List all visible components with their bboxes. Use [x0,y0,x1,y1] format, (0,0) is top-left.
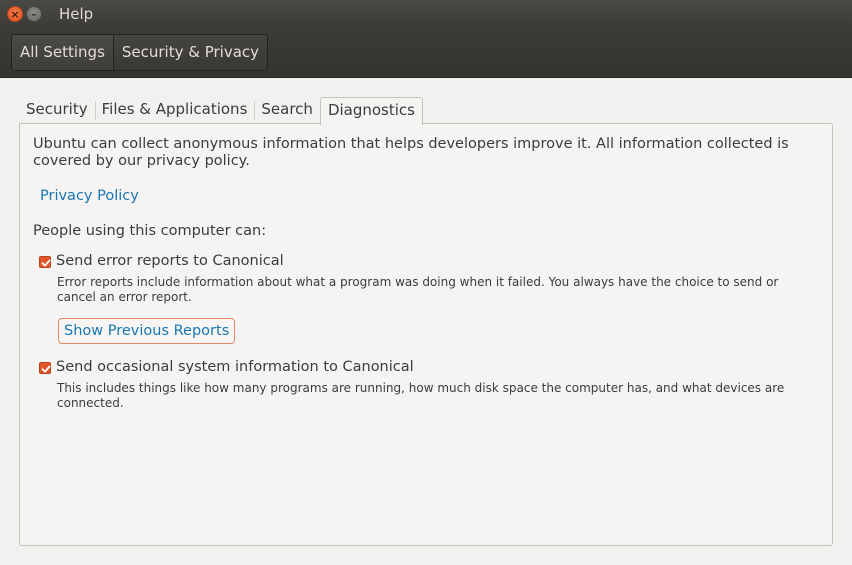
breadcrumb-all-settings[interactable]: All Settings [12,35,113,70]
settings-window: × – Help All Settings Security & Privacy… [0,0,852,565]
tab-security[interactable]: Security [19,97,95,123]
breadcrumb-security-privacy[interactable]: Security & Privacy [112,35,268,70]
tab-bar: Security Files & Applications Search Dia… [19,97,423,125]
checkmark-icon [41,365,51,373]
toolbar: All Settings Security & Privacy [0,28,852,78]
breadcrumb: All Settings Security & Privacy [11,34,269,71]
error-reports-description: Error reports include information about … [57,275,779,304]
tab-files-applications[interactable]: Files & Applications [94,97,255,123]
error-reports-checkbox[interactable] [39,256,51,268]
diagnostics-panel: Ubuntu can collect anonymous information… [19,123,833,546]
close-icon[interactable]: × [7,6,23,22]
title-bar: × – Help [0,0,852,28]
window-title: Help [59,5,94,23]
show-previous-reports-button[interactable]: Show Previous Reports [58,318,236,344]
people-label: People using this computer can: [33,223,267,239]
minimize-icon[interactable]: – [26,6,42,22]
system-info-checkbox[interactable] [39,362,51,374]
system-info-label[interactable]: Send occasional system information to Ca… [56,359,414,375]
intro-text: Ubuntu can collect anonymous information… [33,136,789,169]
tab-search[interactable]: Search [254,97,320,123]
privacy-policy-link[interactable]: Privacy Policy [40,188,139,204]
checkmark-icon [41,259,51,267]
error-reports-label[interactable]: Send error reports to Canonical [56,253,284,269]
system-info-description: This includes things like how many progr… [57,381,785,410]
tab-diagnostics[interactable]: Diagnostics [319,97,423,125]
